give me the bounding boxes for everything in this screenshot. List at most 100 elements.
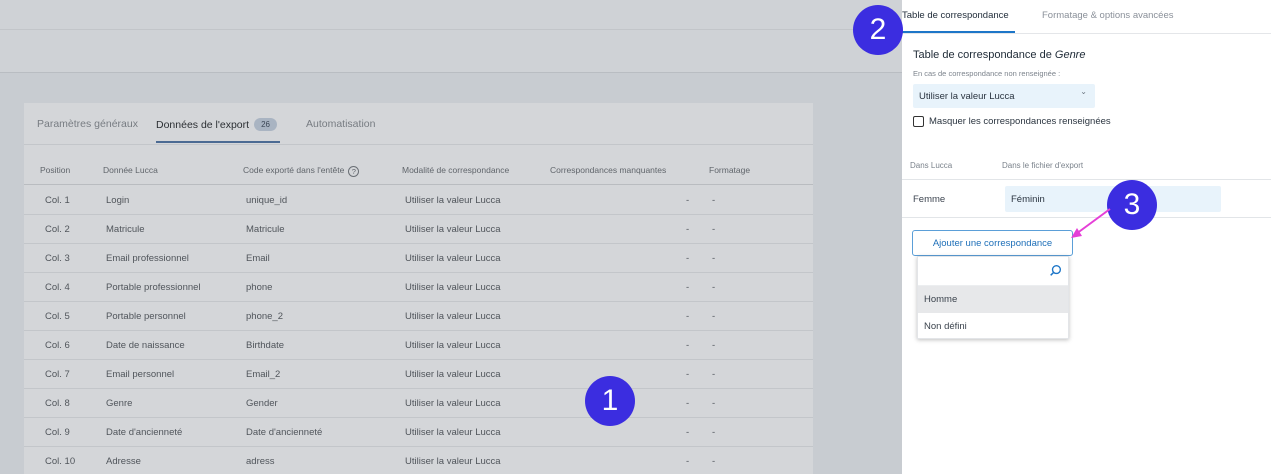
hide-mapped-checkbox[interactable] (913, 116, 924, 127)
mapping-header-lucca: Dans Lucca (910, 161, 953, 170)
cell-modalite: Utiliser la valeur Lucca (405, 253, 501, 264)
callout-arrow (1071, 208, 1111, 238)
dropdown-option-label: Homme (924, 294, 958, 305)
cell-code-exporte: phone_2 (246, 311, 283, 322)
cell-donnee-lucca: Date d'ancienneté (106, 427, 183, 438)
cell-formatage: - (712, 427, 716, 438)
cell-modalite: Utiliser la valeur Lucca (405, 340, 501, 351)
header-position: Position (40, 165, 71, 175)
cell-formatage: - (712, 282, 716, 293)
cell-modalite: Utiliser la valeur Lucca (405, 456, 501, 467)
cell-formatage: - (712, 253, 716, 264)
cell-manquantes: - (686, 224, 690, 235)
search-icon (1050, 264, 1062, 276)
table-row[interactable]: Col. 9 Date d'ancienneté Date d'ancienneté… (24, 418, 813, 447)
header-formatage: Formatage (709, 165, 751, 175)
dropdown-option-non-defini[interactable]: Non défini (918, 313, 1068, 340)
cell-code-exporte: Birthdate (246, 340, 285, 351)
mapping-dropdown: Homme Non défini (917, 256, 1069, 339)
cell-position: Col. 3 (45, 253, 70, 264)
cell-position: Col. 5 (45, 311, 70, 322)
add-mapping-button[interactable]: Ajouter une correspondance (912, 230, 1073, 256)
callout-marker-2: 2 (853, 5, 903, 55)
panel-tabs: Table de correspondance Formatage & opti… (902, 0, 1271, 34)
chevron-down-icon: ⌄ (1080, 87, 1087, 96)
cell-code-exporte: Matricule (246, 224, 285, 235)
tab-donnees-export[interactable]: Données de l'export 26 (156, 118, 277, 131)
sub-header-bar (0, 30, 902, 73)
cell-manquantes: - (686, 456, 690, 467)
cell-code-exporte: adress (246, 456, 275, 467)
cell-modalite: Utiliser la valeur Lucca (405, 427, 501, 438)
table-row[interactable]: Col. 6 Date de naissance Birthdate Utiliser… (24, 331, 813, 360)
fallback-select[interactable]: Utiliser la valeur Lucca ⌄ (913, 84, 1095, 108)
cell-position: Col. 7 (45, 369, 70, 380)
cell-donnee-lucca: Portable professionnel (106, 282, 201, 293)
cell-donnee-lucca: Login (106, 195, 130, 206)
cell-manquantes: - (686, 195, 690, 206)
cell-position: Col. 9 (45, 427, 70, 438)
cell-modalite: Utiliser la valeur Lucca (405, 369, 501, 380)
table-row[interactable]: Col. 10 Adresse adress Utiliser la valeur L… (24, 447, 813, 474)
cell-formatage: - (712, 340, 716, 351)
header-modalite: Modalité de correspondance (402, 165, 510, 175)
cell-donnee-lucca: Adresse (106, 456, 141, 467)
cell-code-exporte: Gender (246, 398, 278, 409)
cell-formatage: - (712, 398, 716, 409)
hide-mapped-label: Masquer les correspondances renseignées (929, 116, 1111, 127)
cell-position: Col. 2 (45, 224, 70, 235)
tab-automatisation[interactable]: Automatisation (306, 118, 375, 130)
header-code-exporte: Code exporté dans l'entête? (243, 165, 360, 177)
export-card: Paramètres généraux Données de l'export 2… (24, 103, 813, 474)
callout-marker-1: 1 (585, 376, 635, 426)
panel-active-tab-underline (902, 31, 1015, 33)
tab-parametres-generaux[interactable]: Paramètres généraux (37, 118, 138, 130)
panel-title: Table de correspondance de Genre (913, 49, 1085, 61)
cell-code-exporte: Email (246, 253, 270, 264)
mapping-lucca-value: Femme (913, 194, 946, 205)
cell-position: Col. 6 (45, 340, 70, 351)
cell-manquantes: - (686, 340, 690, 351)
cell-position: Col. 10 (45, 456, 76, 467)
table-row[interactable]: Col. 7 Email personnel Email_2 Utiliser la … (24, 360, 813, 389)
fallback-label: En cas de correspondance non renseignée … (913, 69, 1061, 78)
cell-donnee-lucca: Email professionnel (106, 253, 189, 264)
dropdown-search (918, 257, 1068, 286)
cell-formatage: - (712, 456, 716, 467)
cell-position: Col. 1 (45, 195, 70, 206)
fallback-select-value: Utiliser la valeur Lucca (919, 91, 1015, 102)
cell-formatage: - (712, 311, 716, 322)
table-row[interactable]: Col. 4 Portable professionnel phone Utilise… (24, 273, 813, 302)
cell-code-exporte: unique_id (246, 195, 288, 206)
header-code-exporte-label: Code exporté dans l'entête (243, 165, 345, 175)
cell-manquantes: - (686, 311, 690, 322)
cell-code-exporte: Email_2 (246, 369, 281, 380)
dropdown-option-label: Non défini (924, 321, 967, 332)
cell-position: Col. 8 (45, 398, 70, 409)
cell-code-exporte: phone (246, 282, 273, 293)
cell-code-exporte: Date d'ancienneté (246, 427, 323, 438)
cell-manquantes: - (686, 253, 690, 264)
cell-manquantes: - (686, 282, 690, 293)
help-icon[interactable]: ? (348, 166, 360, 177)
cell-donnee-lucca: Date de naissance (106, 340, 185, 351)
table-row[interactable]: Col. 5 Portable personnel phone_2 Utiliser … (24, 302, 813, 331)
active-tab-underline (156, 141, 280, 143)
table-row[interactable]: Col. 3 Email professionnel Email Utiliser l… (24, 244, 813, 273)
tab-formatage-options[interactable]: Formatage & options avancées (1042, 10, 1174, 21)
tab-table-correspondance[interactable]: Table de correspondance (902, 10, 1009, 21)
cell-donnee-lucca: Portable personnel (106, 311, 186, 322)
table-row[interactable]: Col. 2 Matricule Matricule Utiliser la vale… (24, 215, 813, 244)
table-row[interactable]: Col. 8 Genre Gender Utiliser la valeur Lucc… (24, 389, 813, 418)
table-row[interactable]: Col. 1 Login unique_id Utiliser la valeur L… (24, 186, 813, 215)
cell-formatage: - (712, 224, 716, 235)
dropdown-option-homme[interactable]: Homme (918, 286, 1068, 313)
table-header: Position Donnée Lucca Code exporté dans … (24, 157, 813, 185)
mapping-header-export: Dans le fichier d'export (1002, 161, 1084, 170)
cell-modalite: Utiliser la valeur Lucca (405, 195, 501, 206)
dropdown-search-input[interactable] (922, 261, 1042, 281)
mapping-header: Dans Lucca Dans le fichier d'export (902, 155, 1271, 180)
top-bar (0, 0, 902, 30)
cell-modalite: Utiliser la valeur Lucca (405, 311, 501, 322)
cell-donnee-lucca: Matricule (106, 224, 145, 235)
